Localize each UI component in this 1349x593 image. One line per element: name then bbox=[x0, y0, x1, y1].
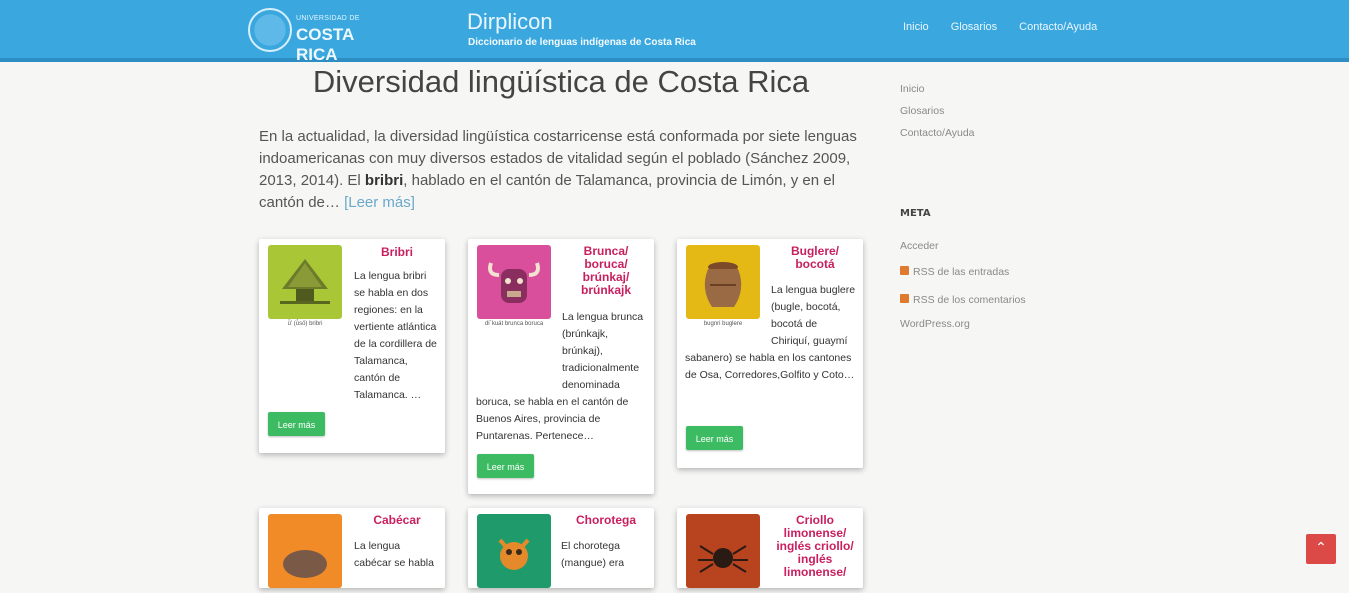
meta-link-wordpress[interactable]: WordPress.org bbox=[900, 318, 1026, 330]
read-more-link[interactable]: [Leer más] bbox=[344, 194, 415, 211]
language-card-buglere[interactable]: bugnri buglere Buglere/ bocotá La lengua… bbox=[677, 239, 863, 468]
site-title[interactable]: Dirplicon bbox=[467, 9, 553, 35]
card-description: La lengua brunca (brúnkajk, brúnkaj), tr… bbox=[476, 309, 648, 447]
page-title: Diversidad lingüística de Costa Rica bbox=[312, 64, 810, 99]
meta-link-acceder[interactable]: Acceder bbox=[900, 240, 1026, 252]
brunca-mask-icon bbox=[477, 245, 551, 319]
sidebar-meta: Acceder RSS de las entradas RSS de los c… bbox=[900, 240, 1026, 330]
card-caption: ù̀' (ù̀sö) bribri bbox=[287, 321, 323, 327]
card-title[interactable]: Brunca/ boruca/ brúnkaj/ brúnkajk bbox=[564, 245, 648, 297]
nav-link-glosarios[interactable]: Glosarios bbox=[951, 21, 997, 33]
nav-link-inicio[interactable]: Inicio bbox=[903, 21, 929, 33]
sidebar-link-contacto[interactable]: Contacto/Ayuda bbox=[900, 127, 975, 139]
card-title[interactable]: Bribri bbox=[355, 246, 439, 259]
top-navigation: Inicio Glosarios Contacto/Ayuda bbox=[903, 21, 1097, 33]
card-title[interactable]: Criollo limonense/ inglés criollo/ inglé… bbox=[773, 514, 857, 579]
logo-big-text: COSTA RICA bbox=[296, 25, 354, 64]
card-description: La lengua bribri se habla en dos regione… bbox=[354, 270, 437, 398]
language-card-brunca[interactable]: dí´kuát brunca boruca Brunca/ boruca/ br… bbox=[468, 239, 654, 494]
logo-small-text: UNIVERSIDAD DE bbox=[296, 15, 360, 22]
card-title[interactable]: Chorotega bbox=[564, 514, 648, 527]
meta-row-rss-comments: RSS de los comentarios bbox=[900, 290, 1026, 308]
top-header-bar: UNIVERSIDAD DE COSTA RICA Dirplicon Dicc… bbox=[0, 0, 1349, 64]
language-card-chorotega[interactable]: Chorotega El chorotega (mangue) era bbox=[468, 508, 654, 588]
chorotega-icon bbox=[477, 514, 551, 588]
site-tagline: Diccionario de lenguas indígenas de Cost… bbox=[468, 37, 696, 48]
rss-icon bbox=[900, 266, 909, 276]
language-card-criollo[interactable]: Criollo limonense/ inglés criollo/ inglé… bbox=[677, 508, 863, 588]
read-more-button[interactable]: Leer más bbox=[686, 426, 743, 450]
bribri-house-icon bbox=[268, 245, 342, 319]
scroll-to-top-button[interactable]: ⌃ bbox=[1306, 534, 1336, 564]
language-card-bribri[interactable]: ù̀' (ù̀sö) bribri Bribri La lengua bribr… bbox=[259, 239, 445, 453]
read-more-button[interactable]: Leer más bbox=[477, 454, 534, 478]
meta-link-rss-comments[interactable]: RSS de los comentarios bbox=[913, 294, 1026, 306]
nav-link-contacto[interactable]: Contacto/Ayuda bbox=[1019, 21, 1097, 33]
sidebar-link-glosarios[interactable]: Glosarios bbox=[900, 105, 975, 117]
language-card-cabecar[interactable]: Cabécar La lengua cabécar se habla bbox=[259, 508, 445, 588]
sidebar-pages: Inicio Glosarios Contacto/Ayuda bbox=[900, 80, 975, 139]
card-description: El chorotega (mangue) era bbox=[561, 540, 625, 569]
card-description: La lengua cabécar se habla bbox=[354, 540, 434, 569]
card-description: La lengua buglere (bugle, bocotá, bocotá… bbox=[685, 282, 857, 422]
university-seal-icon bbox=[248, 8, 292, 52]
chevron-up-icon: ⌃ bbox=[1315, 540, 1327, 556]
sidebar-link-inicio[interactable]: Inicio bbox=[900, 83, 975, 95]
criollo-spider-icon bbox=[686, 514, 760, 588]
university-logo[interactable]: UNIVERSIDAD DE COSTA RICA bbox=[248, 8, 388, 64]
meta-link-rss-entries[interactable]: RSS de las entradas bbox=[913, 266, 1009, 278]
sidebar-meta-heading: META bbox=[900, 208, 931, 219]
card-title[interactable]: Buglere/ bocotá bbox=[773, 245, 857, 271]
meta-row-rss-entries: RSS de las entradas bbox=[900, 262, 1026, 280]
intro-bold-bribri: bribri bbox=[364, 172, 404, 189]
card-title[interactable]: Cabécar bbox=[355, 514, 439, 527]
rss-icon bbox=[900, 294, 909, 304]
intro-paragraph: En la actualidad, la diversidad lingüíst… bbox=[259, 126, 865, 214]
read-more-button[interactable]: Leer más bbox=[268, 412, 325, 436]
cabecar-icon bbox=[268, 514, 342, 588]
